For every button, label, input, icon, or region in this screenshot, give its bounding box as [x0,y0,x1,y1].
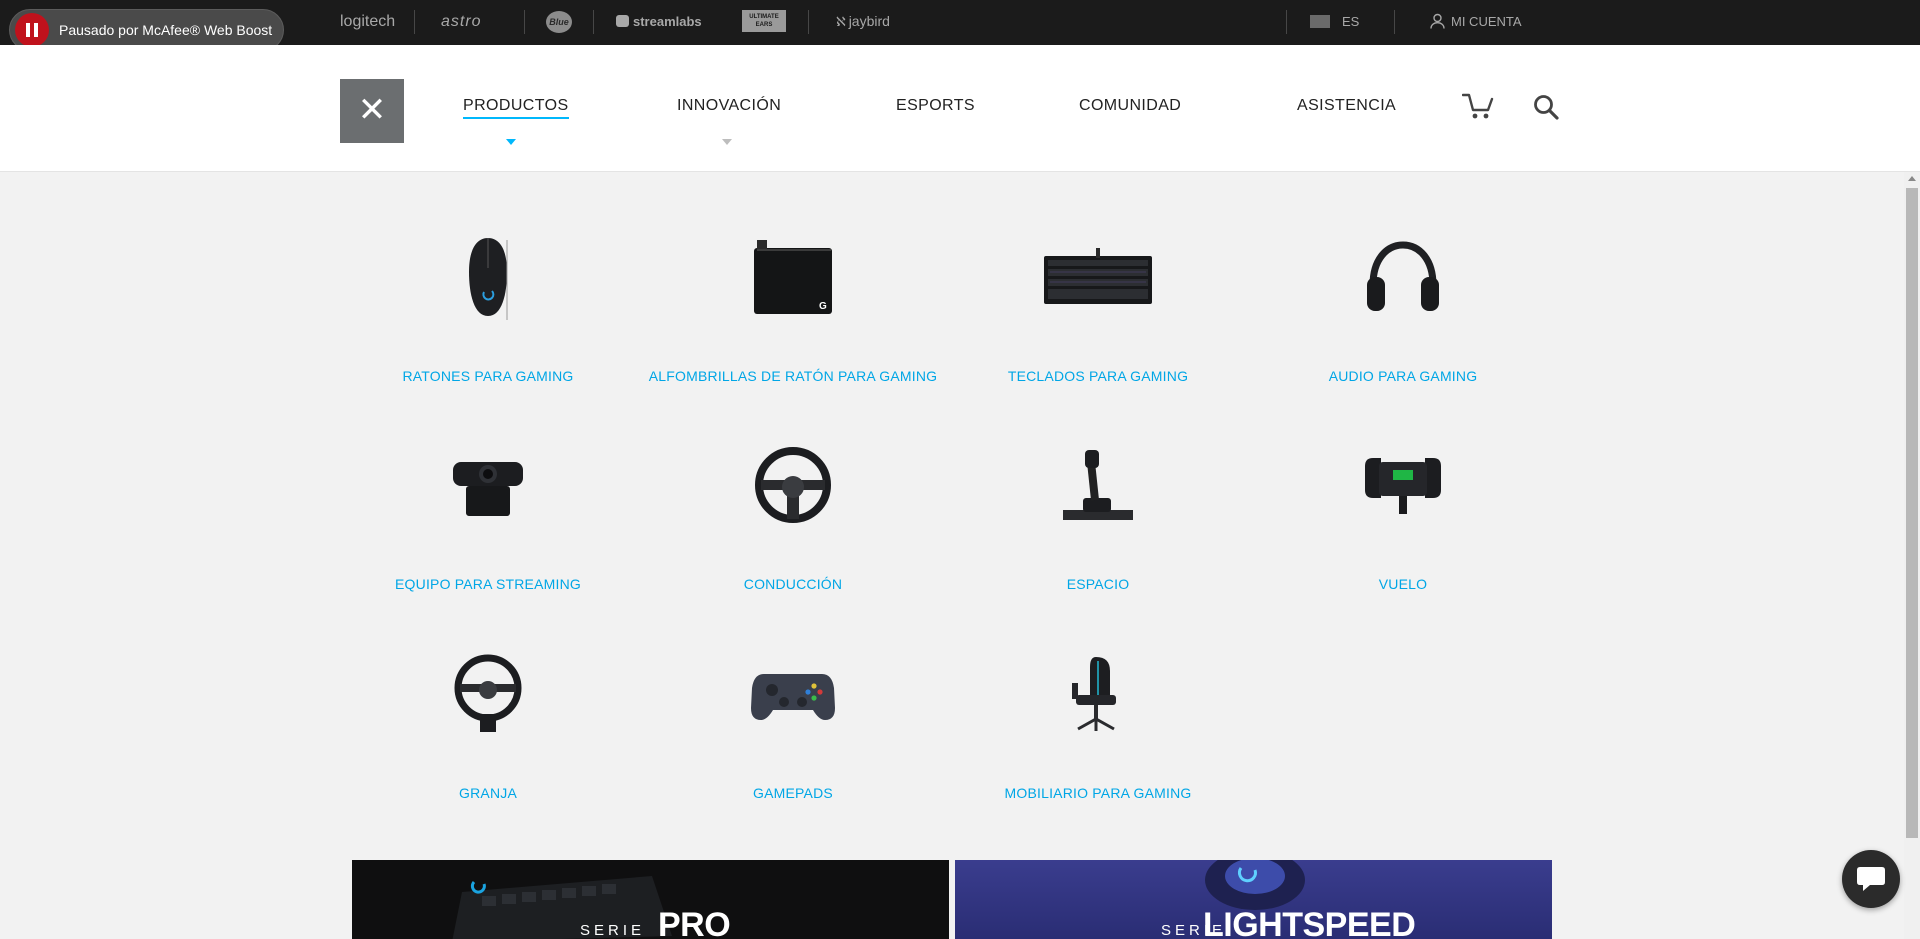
banner-pro-series[interactable]: SERIE PRO [352,860,949,939]
streamlabs-icon [616,15,629,27]
search-icon[interactable] [1533,94,1559,120]
banner-series-name: LIGHTSPEED [1203,906,1416,939]
close-icon: ✕ [357,91,387,129]
gaming-chair-icon [948,644,1248,744]
category-label[interactable]: EQUIPO PARA STREAMING [338,576,638,592]
brand-divider [808,10,809,34]
brand-divider [524,10,525,34]
brand-bar: logitech astro Blue streamlabs ULTIMATE … [0,0,1920,45]
category-gaming-audio[interactable]: AUDIO PARA GAMING [1253,227,1553,384]
category-label[interactable]: ESPACIO [948,576,1248,592]
banner-series-name: PRO [658,906,731,939]
keyboard-icon [948,227,1248,327]
category-farm[interactable]: GRANJA [338,644,638,801]
category-label[interactable]: TECLADOS PARA GAMING [948,368,1248,384]
pause-icon[interactable] [15,13,49,47]
farm-wheel-icon [338,644,638,744]
category-label[interactable]: MOBILIARIO PARA GAMING [948,785,1248,801]
banner-serie-label: SERIE [580,922,646,939]
streamlabs-brand-link[interactable]: streamlabs [616,0,702,45]
category-driving[interactable]: CONDUCCIÓN [643,435,943,592]
steering-wheel-icon [643,435,943,535]
category-gamepads[interactable]: GAMEPADS [643,644,943,801]
caret-down-icon [506,139,516,145]
brand-divider [1286,10,1287,34]
nav-item-comunidad[interactable]: COMUNIDAD [1079,97,1181,115]
cart-icon[interactable] [1462,92,1494,120]
nav-item-productos[interactable]: PRODUCTOS [463,97,569,119]
streamlabs-label: streamlabs [633,14,702,29]
jaybird-label: jaybird [848,13,890,29]
logitech-brand-link[interactable]: logitech [340,0,395,45]
scrollbar-thumb[interactable] [1906,188,1918,838]
account-label: MI CUENTA [1451,14,1522,29]
language-label: ES [1342,14,1360,29]
flight-yoke-icon [1253,435,1553,535]
category-label[interactable]: AUDIO PARA GAMING [1253,368,1553,384]
brand-divider [414,10,415,34]
astro-brand-link[interactable]: astro [441,0,482,45]
flag-icon [1310,15,1330,28]
category-label[interactable]: ALFOMBRILLAS DE RATÓN PARA GAMING [643,368,943,384]
category-label[interactable]: VUELO [1253,576,1553,592]
svg-text:G: G [819,301,827,312]
category-label[interactable]: GAMEPADS [643,785,943,801]
nav-item-esports[interactable]: ESPORTS [896,97,975,115]
category-space[interactable]: ESPACIO [948,435,1248,592]
chat-button[interactable] [1842,850,1900,908]
category-gaming-mice[interactable]: RATONES PARA GAMING [338,227,638,384]
gaming-mouse-icon [338,227,638,327]
ultimate-ears-brand-link[interactable]: ULTIMATE EARS [742,10,786,32]
jaybird-icon: ℵ [836,14,846,29]
user-icon [1430,13,1445,29]
account-link[interactable]: MI CUENTA [1430,0,1522,45]
caret-down-icon [722,139,732,145]
category-gaming-furniture[interactable]: MOBILIARIO PARA GAMING [948,644,1248,801]
scroll-up-icon[interactable] [1908,176,1916,181]
main-nav: ✕ PRODUCTOS INNOVACIÓN ESPORTS COMUNIDAD… [0,45,1920,172]
close-menu-button[interactable]: ✕ [340,79,404,143]
language-selector[interactable]: ES [1310,0,1359,45]
mouse-pad-icon: G [643,227,943,327]
scrollbar[interactable] [1904,172,1920,939]
banner-lightspeed-series[interactable]: SERIE LIGHTSPEED [955,860,1552,939]
webcam-icon [338,435,638,535]
jaybird-brand-link[interactable]: ℵ jaybird [836,0,890,45]
brand-divider [593,10,594,34]
category-mouse-pads[interactable]: G ALFOMBRILLAS DE RATÓN PARA GAMING [643,227,943,384]
chat-icon [1857,867,1885,891]
category-keyboards[interactable]: TECLADOS PARA GAMING [948,227,1248,384]
headset-icon [1253,227,1553,327]
gamepad-icon [643,644,943,744]
brand-divider [1394,10,1395,34]
category-streaming[interactable]: EQUIPO PARA STREAMING [338,435,638,592]
nav-item-asistencia[interactable]: ASISTENCIA [1297,97,1396,115]
category-flight[interactable]: VUELO [1253,435,1553,592]
category-label[interactable]: RATONES PARA GAMING [338,368,638,384]
flight-joystick-icon [948,435,1248,535]
category-label[interactable]: CONDUCCIÓN [643,576,943,592]
blue-brand-link[interactable]: Blue [546,11,572,33]
mcafee-label: Pausado por McAfee® Web Boost [59,22,273,38]
category-label[interactable]: GRANJA [338,785,638,801]
nav-item-innovacion[interactable]: INNOVACIÓN [677,97,781,115]
